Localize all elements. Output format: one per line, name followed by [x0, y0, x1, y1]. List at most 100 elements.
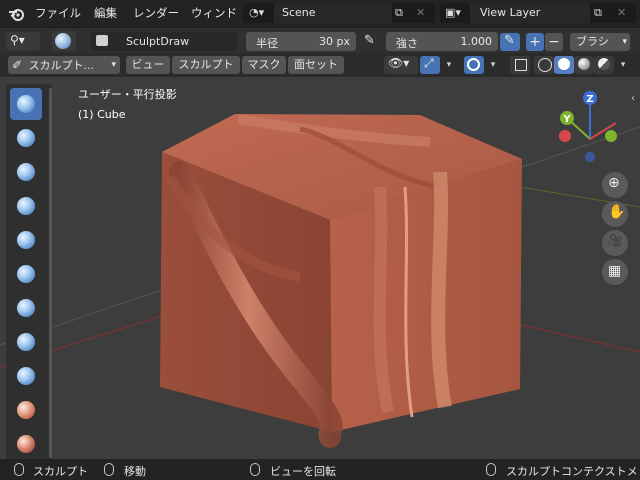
radius-pressure-icon[interactable]: ✎ [360, 32, 380, 51]
tool-crease[interactable] [10, 360, 42, 392]
menu-file[interactable]: ファイル [35, 5, 81, 21]
scene-selector[interactable]: ◔▾ Scene ⧉ ✕ [243, 3, 435, 23]
tool-draw[interactable] [10, 88, 42, 120]
gizmo-neg-z-axis[interactable] [585, 152, 595, 162]
overlays-icon [467, 58, 480, 71]
grid-icon: ▦ [608, 263, 622, 279]
wireframe-icon [538, 58, 552, 72]
status-move: 移動 [124, 465, 146, 478]
chevron-down-icon: ▾ [622, 37, 627, 47]
mode-label: スカルプト... [28, 59, 95, 72]
tool-draw-sharp[interactable] [10, 122, 42, 154]
chevron-down-icon[interactable]: ▾ [442, 56, 456, 74]
eye-icon: 👁▾ [388, 56, 410, 70]
view-name: ユーザー・平行投影 [78, 88, 177, 101]
shading-solid[interactable] [554, 56, 574, 74]
tool-blob[interactable] [10, 326, 42, 358]
menu-edit[interactable]: 編集 [94, 5, 117, 21]
inflate-icon [17, 299, 35, 317]
mode-selector[interactable]: ✐ スカルプト... ▾ [8, 56, 120, 74]
tool-clay-thumb[interactable] [10, 224, 42, 256]
view-layer-name[interactable]: View Layer [480, 6, 540, 19]
gizmo-toggle[interactable]: ⤢ [420, 56, 440, 74]
shading-rendered[interactable] [594, 56, 614, 74]
menu-render[interactable]: レンダー [133, 5, 179, 21]
overlays-toggle[interactable] [464, 56, 484, 74]
brush-preview-icon [55, 33, 71, 49]
tool-settings-toggle[interactable]: ⚲▾ [6, 32, 40, 50]
blob-icon [17, 333, 35, 351]
pan-button[interactable]: ✋ [602, 201, 628, 227]
gizmo-neg-x-axis[interactable] [559, 130, 571, 142]
close-scene-icon[interactable]: ✕ [416, 6, 430, 20]
tool-clay-strips[interactable] [10, 190, 42, 222]
chevron-down-icon[interactable]: ▾ [616, 56, 630, 74]
toggle-projection-button[interactable]: ▦ [602, 259, 628, 285]
navigation-gizmo[interactable]: Z Y [548, 89, 632, 165]
subtract-direction-button[interactable]: − [545, 33, 563, 51]
brush-name[interactable]: SculptDraw [126, 35, 189, 48]
visibility-dropdown[interactable]: 👁▾ [384, 56, 418, 74]
tool-settings-header: ⚲▾ SculptDraw 半径 30 px ✎ 強さ 1.000 ✎ + − … [0, 27, 640, 53]
xray-toggle[interactable] [510, 56, 530, 74]
copy-view-layer-icon[interactable]: ⧉ [594, 6, 602, 20]
brush-menu-dropdown[interactable]: ブラシ ▾ [570, 33, 630, 51]
tool-shelf-scrollbar[interactable] [49, 88, 52, 458]
clay-thumb-icon [17, 231, 35, 249]
hand-icon: ✋ [608, 204, 626, 220]
viewport-header: ✐ スカルプト... ▾ ビュー スカルプト マスク 面セット 👁▾ ⤢ ▾ ▾… [0, 53, 640, 77]
add-direction-button[interactable]: + [526, 33, 544, 51]
view-layer-icon: ▣▾ [445, 6, 461, 19]
mouse-middle-icon-2 [250, 463, 260, 476]
brush-selector[interactable]: SculptDraw [90, 32, 238, 51]
strength-field[interactable]: 強さ 1.000 [386, 32, 498, 51]
tool-inflate[interactable] [10, 292, 42, 324]
blender-logo-icon[interactable] [8, 6, 26, 22]
mouse-left-icon [14, 463, 24, 476]
radius-label: 半径 [256, 37, 278, 50]
status-bar: スカルプト 移動 ビューを回転 スカルプトコンテクストメ [0, 459, 640, 480]
chevron-down-icon: ▾ [111, 60, 116, 70]
camera-view-button[interactable]: 🎥 [602, 230, 628, 256]
material-shading-icon [578, 58, 590, 70]
draw-brush-icon [17, 95, 35, 113]
viewport-scene [0, 114, 640, 448]
mouse-middle-icon [104, 463, 114, 476]
brush-preview-button[interactable] [52, 31, 76, 51]
sculpt-mode-icon: ✐ [12, 58, 23, 72]
solid-shading-icon [558, 58, 570, 70]
gizmo-icon: ⤢ [424, 56, 434, 70]
tool-layer[interactable] [10, 258, 42, 290]
shading-material[interactable] [574, 56, 594, 74]
strength-value: 1.000 [460, 35, 493, 48]
radius-field[interactable]: 半径 30 px [246, 32, 356, 51]
menu-mask[interactable]: マスク [242, 56, 286, 74]
zoom-button[interactable]: ⊕ [602, 172, 628, 198]
strength-pressure-icon[interactable]: ✎ [500, 33, 520, 51]
clay-strips-icon [17, 197, 35, 215]
menu-sculpt[interactable]: スカルプト [172, 56, 240, 74]
sculpted-cube[interactable] [160, 114, 522, 448]
clay-icon [17, 163, 35, 181]
close-view-layer-icon[interactable]: ✕ [617, 6, 626, 19]
top-bar: ファイル 編集 レンダー ウィンド ◔▾ Scene ⧉ ✕ ▣▾ View L… [0, 0, 640, 27]
menu-face-sets[interactable]: 面セット [288, 56, 344, 74]
chevron-down-icon[interactable]: ▾ [486, 56, 500, 74]
tool-flatten[interactable] [10, 428, 42, 460]
copy-scene-icon[interactable]: ⧉ [395, 6, 409, 20]
tool-settings-icon: ⚲▾ [10, 33, 25, 47]
scene-name[interactable]: Scene [282, 6, 316, 19]
crease-icon [17, 367, 35, 385]
3d-viewport[interactable]: ユーザー・平行投影 (1) Cube Z Y ⊕ ✋ 🎥 ▦ ‹ [0, 77, 640, 459]
sidebar-toggle-icon[interactable]: ‹ [631, 93, 635, 104]
status-context-menu: スカルプトコンテクストメ [506, 465, 638, 478]
shading-wireframe[interactable] [534, 56, 554, 74]
xray-icon [515, 59, 527, 71]
strength-label: 強さ [396, 37, 418, 50]
gizmo-neg-y-axis[interactable] [605, 130, 617, 142]
tool-clay[interactable] [10, 156, 42, 188]
menu-window[interactable]: ウィンド [191, 5, 237, 21]
tool-smooth[interactable] [10, 394, 42, 426]
menu-view[interactable]: ビュー [126, 56, 170, 74]
view-layer-selector[interactable]: ▣▾ View Layer ⧉ ✕ [440, 3, 636, 23]
